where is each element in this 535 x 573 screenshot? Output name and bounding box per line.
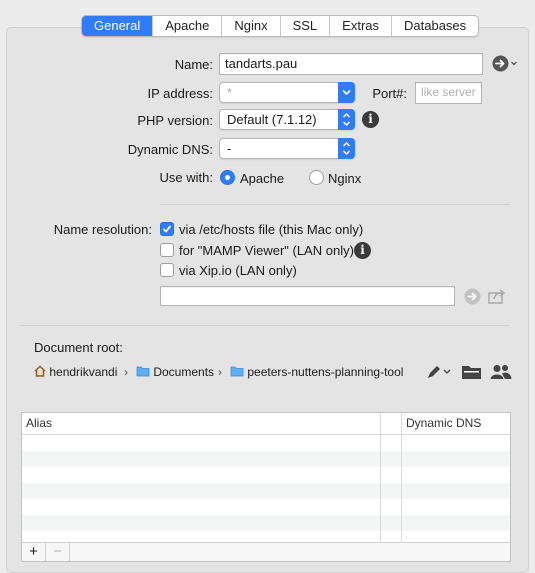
updown-chevron-icon	[338, 138, 355, 159]
tab-databases[interactable]: Databases	[392, 16, 478, 36]
go-arrow-icon[interactable]	[492, 55, 520, 75]
go-arrow-icon[interactable]	[464, 288, 481, 308]
dynamic-dns-value: -	[227, 141, 232, 156]
folder-icon	[136, 366, 150, 377]
document-root-label: Document root:	[34, 340, 123, 355]
info-icon[interactable]: i	[362, 111, 379, 128]
hosts-file-label[interactable]: via /etc/hosts file (this Mac only)	[179, 222, 363, 237]
dynamic-dns-label: Dynamic DNS:	[127, 142, 213, 157]
tab-extras[interactable]: Extras	[330, 16, 393, 36]
mamp-viewer-checkbox[interactable]	[160, 243, 174, 257]
php-version-label: PHP version:	[137, 113, 213, 128]
port-label: Port#:	[372, 86, 407, 101]
radio-nginx-label[interactable]: Nginx	[328, 171, 361, 186]
path-item-home-label: hendrikvandi	[49, 365, 118, 379]
column-dynamic-dns[interactable]: Dynamic DNS	[406, 416, 481, 430]
updown-chevron-icon	[338, 109, 355, 130]
folder-icon	[230, 366, 244, 377]
table-row	[22, 483, 510, 499]
hosts-file-checkbox[interactable]	[160, 222, 174, 236]
use-with-label: Use with:	[159, 170, 213, 185]
php-version-value: Default (7.1.12)	[227, 112, 317, 127]
column-divider	[401, 413, 402, 543]
separator	[20, 325, 510, 326]
column-divider	[380, 413, 381, 543]
users-icon[interactable]	[490, 364, 512, 383]
xip-checkbox[interactable]	[160, 263, 174, 277]
path-item-project-label: peeters-nuttens-planning-tool	[247, 365, 404, 379]
separator	[160, 204, 510, 205]
tab-nginx[interactable]: Nginx	[222, 16, 281, 36]
name-field[interactable]: tandarts.pau	[219, 53, 483, 75]
remove-alias-button[interactable]: −	[46, 543, 70, 561]
ip-address-label: IP address:	[147, 86, 213, 101]
path-separator: ›	[218, 365, 222, 379]
column-alias[interactable]: Alias	[26, 416, 52, 430]
alias-table-header: Alias Dynamic DNS	[22, 413, 510, 435]
tab-bar: General Apache Nginx SSL Extras Database…	[81, 15, 480, 37]
path-item-documents[interactable]: Documents	[136, 365, 214, 379]
tab-ssl[interactable]: SSL	[281, 16, 331, 36]
path-separator: ›	[124, 365, 128, 379]
xip-field[interactable]	[160, 286, 455, 306]
table-row	[22, 515, 510, 531]
name-resolution-label: Name resolution:	[53, 222, 152, 237]
mamp-viewer-label[interactable]: for "MAMP Viewer" (LAN only)	[179, 243, 354, 258]
path-item-documents-label: Documents	[153, 365, 215, 379]
tab-general[interactable]: General	[82, 16, 154, 36]
info-icon[interactable]: i	[354, 242, 371, 259]
radio-apache[interactable]	[220, 170, 235, 185]
radio-apache-label[interactable]: Apache	[240, 171, 284, 186]
add-alias-button[interactable]: +	[22, 543, 46, 561]
port-placeholder: like server	[421, 85, 476, 99]
chevron-down-icon	[338, 82, 355, 103]
php-version-select[interactable]: Default (7.1.12)	[219, 109, 355, 130]
path-item-project[interactable]: peeters-nuttens-planning-tool	[230, 365, 403, 379]
home-icon	[34, 365, 46, 377]
alias-table-footer: + −	[22, 542, 510, 561]
xip-label[interactable]: via Xip.io (LAN only)	[179, 263, 297, 278]
port-field[interactable]: like server	[415, 82, 482, 104]
path-item-home[interactable]: hendrikvandi	[34, 365, 117, 379]
share-icon[interactable]	[488, 289, 507, 307]
dynamic-dns-select[interactable]: -	[219, 138, 355, 159]
alias-table: Alias Dynamic DNS + −	[21, 412, 511, 562]
table-row	[22, 451, 510, 467]
radio-nginx[interactable]	[309, 170, 324, 185]
pen-icon[interactable]	[426, 364, 454, 383]
ip-address-value: *	[227, 85, 233, 100]
tab-apache[interactable]: Apache	[153, 16, 223, 36]
name-label: Name:	[174, 57, 213, 72]
open-folder-icon[interactable]	[461, 364, 483, 383]
ip-address-select[interactable]: *	[219, 82, 355, 103]
